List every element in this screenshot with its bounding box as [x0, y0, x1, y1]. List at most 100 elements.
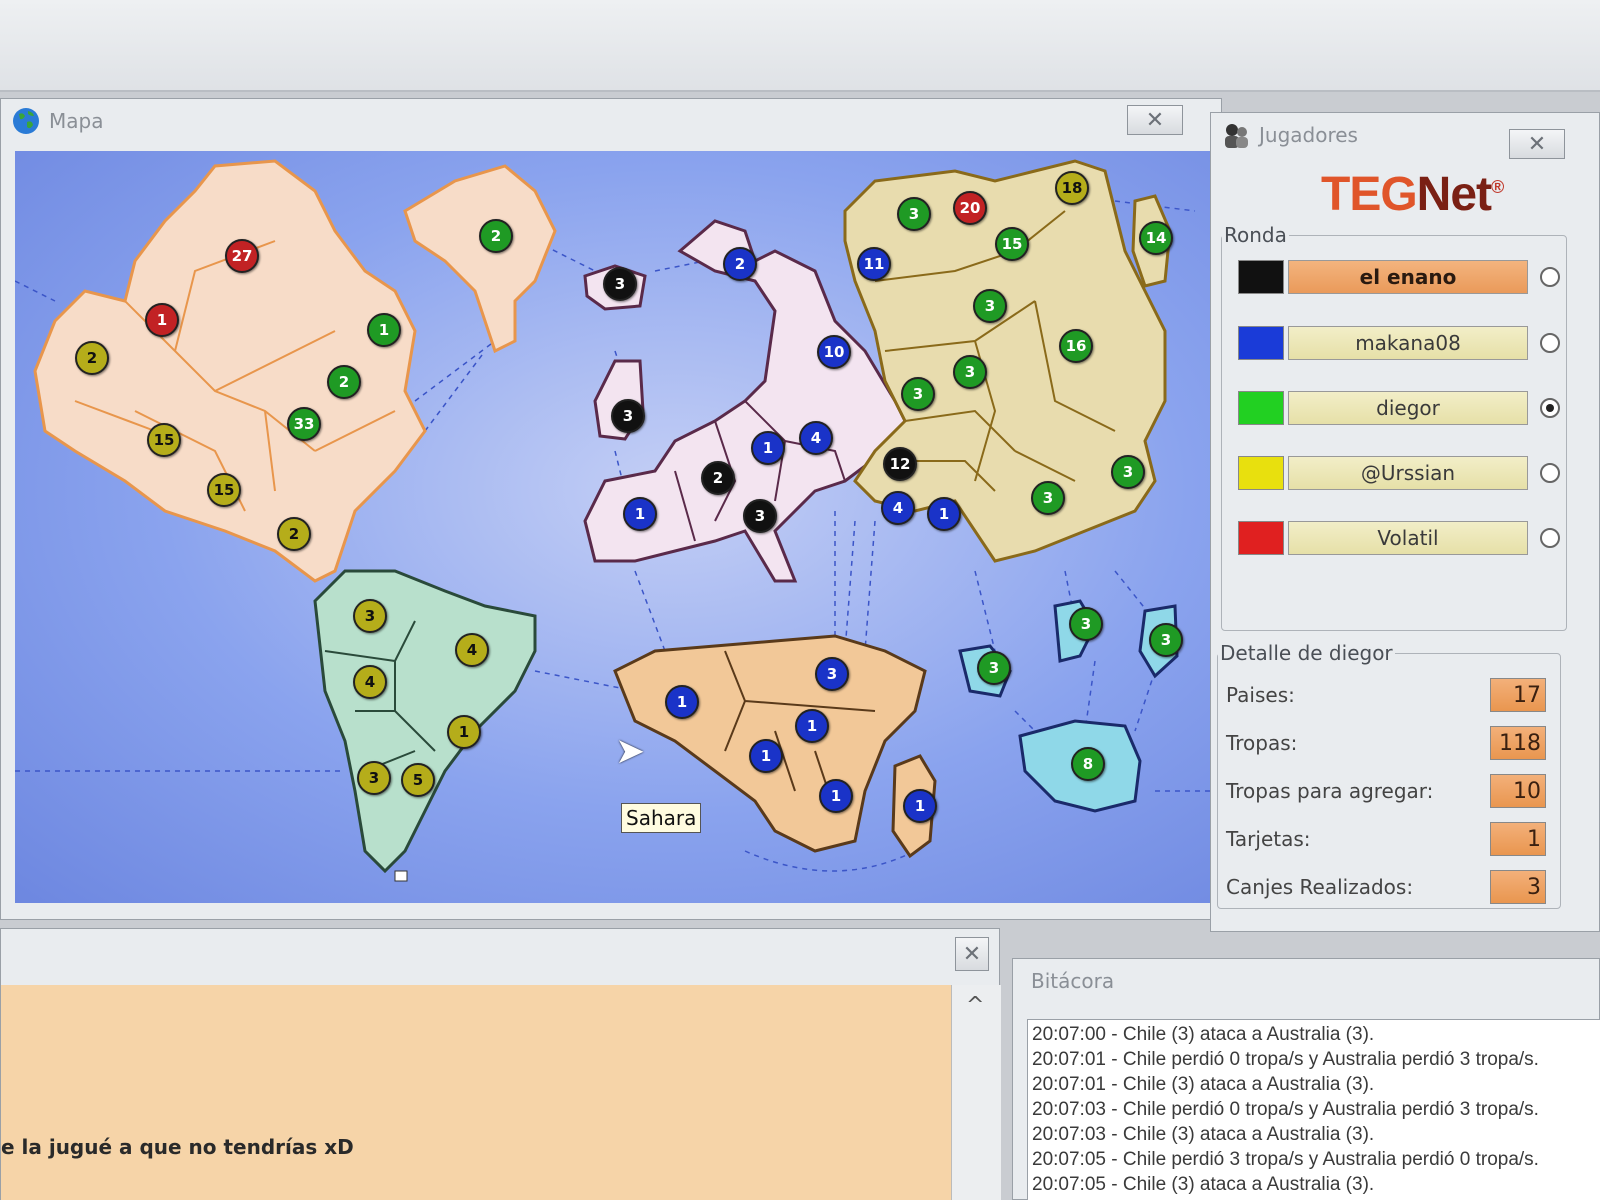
- army-marker[interactable]: 1: [903, 789, 937, 823]
- chat-window: ✕ e la jugué a que no tendrías xD ^: [0, 928, 1001, 1200]
- map-window: Mapa ✕ 27 1 2 1 2 33 15 15 2 2 3 3 2 10 …: [0, 98, 1222, 920]
- players-window: Jugadores ✕ TEGNet® Ronda el enano makan…: [1210, 112, 1600, 932]
- army-marker[interactable]: 3: [953, 355, 987, 389]
- player-radio[interactable]: [1540, 267, 1560, 287]
- army-marker[interactable]: 1: [795, 709, 829, 743]
- player-color-swatch: [1238, 260, 1284, 294]
- map-close-button[interactable]: ✕: [1127, 105, 1183, 135]
- army-marker[interactable]: 3: [1149, 623, 1183, 657]
- player-name[interactable]: makana08: [1288, 326, 1528, 360]
- bitacora-log[interactable]: 20:07:00 - Chile (3) ataca a Australia (…: [1027, 1019, 1600, 1200]
- army-marker[interactable]: 3: [901, 377, 935, 411]
- army-marker[interactable]: 2: [723, 247, 757, 281]
- army-marker[interactable]: 1: [623, 497, 657, 531]
- army-marker[interactable]: 3: [357, 761, 391, 795]
- detail-label: Detalle de diegor: [1220, 641, 1393, 665]
- player-name[interactable]: el enano: [1288, 260, 1528, 294]
- player-color-swatch: [1238, 456, 1284, 490]
- map-window-title: Mapa: [49, 109, 104, 133]
- army-marker[interactable]: 1: [749, 739, 783, 773]
- army-marker[interactable]: 1: [665, 685, 699, 719]
- army-marker[interactable]: 1: [751, 431, 785, 465]
- player-radio[interactable]: [1540, 528, 1560, 548]
- army-marker[interactable]: 1: [367, 313, 401, 347]
- players-close-button[interactable]: ✕: [1509, 129, 1565, 159]
- player-color-swatch: [1238, 521, 1284, 555]
- army-marker[interactable]: 4: [353, 665, 387, 699]
- chat-message-area[interactable]: e la jugué a que no tendrías xD: [1, 985, 951, 1200]
- army-marker[interactable]: 18: [1055, 171, 1089, 205]
- detail-row-canjes: Canjes Realizados: 3: [1226, 867, 1546, 907]
- army-marker[interactable]: 15: [147, 423, 181, 457]
- detail-value-paises: 17: [1490, 678, 1546, 712]
- player-radio[interactable]: [1540, 333, 1560, 353]
- player-name[interactable]: @Urssian: [1288, 456, 1528, 490]
- logo-teg: TEG: [1321, 168, 1418, 221]
- army-marker[interactable]: 2: [277, 517, 311, 551]
- army-marker[interactable]: 15: [995, 227, 1029, 261]
- army-marker[interactable]: 10: [817, 335, 851, 369]
- territory-tooltip: Sahara: [621, 803, 702, 833]
- army-marker[interactable]: 8: [1071, 747, 1105, 781]
- army-marker[interactable]: 2: [75, 341, 109, 375]
- player-name[interactable]: Volatil: [1288, 521, 1528, 555]
- player-color-swatch: [1238, 391, 1284, 425]
- ronda-label: Ronda: [1224, 223, 1287, 247]
- army-marker[interactable]: 3: [815, 657, 849, 691]
- army-marker[interactable]: 4: [455, 633, 489, 667]
- army-marker[interactable]: 4: [799, 421, 833, 455]
- player-radio-selected[interactable]: [1540, 398, 1560, 418]
- player-row: diegor: [1238, 390, 1560, 426]
- player-radio[interactable]: [1540, 463, 1560, 483]
- player-name[interactable]: diegor: [1288, 391, 1528, 425]
- army-marker[interactable]: 15: [207, 473, 241, 507]
- log-line: 20:07:01 - Chile perdió 0 tropa/s y Aust…: [1032, 1049, 1539, 1070]
- detail-row-tarjetas: Tarjetas: 1: [1226, 819, 1546, 859]
- army-marker[interactable]: 3: [897, 197, 931, 231]
- army-marker[interactable]: 2: [327, 365, 361, 399]
- army-marker[interactable]: 3: [611, 399, 645, 433]
- detail-label-canjes: Canjes Realizados:: [1226, 875, 1414, 899]
- bitacora-window: Bitácora 20:07:00 - Chile (3) ataca a Au…: [1012, 958, 1600, 1200]
- map-window-titlebar: Mapa: [1, 99, 1221, 143]
- army-marker[interactable]: 3: [1111, 455, 1145, 489]
- army-marker[interactable]: 1: [447, 715, 481, 749]
- detail-row-paises: Paises: 17: [1226, 675, 1546, 715]
- army-marker[interactable]: 2: [701, 461, 735, 495]
- mouse-cursor-icon: ➤: [615, 731, 646, 772]
- army-marker[interactable]: 3: [353, 599, 387, 633]
- army-marker[interactable]: 2: [479, 219, 513, 253]
- army-marker[interactable]: 1: [145, 303, 179, 337]
- logo-net: Net: [1416, 168, 1492, 221]
- army-marker[interactable]: 3: [1069, 607, 1103, 641]
- army-marker[interactable]: 16: [1059, 329, 1093, 363]
- bitacora-title: Bitácora: [1031, 969, 1115, 993]
- army-marker[interactable]: 4: [881, 491, 915, 525]
- army-marker[interactable]: 14: [1139, 221, 1173, 255]
- army-marker[interactable]: 3: [973, 289, 1007, 323]
- chat-close-button[interactable]: ✕: [955, 937, 989, 971]
- chat-scrollbar[interactable]: ^: [951, 985, 1001, 1200]
- army-marker[interactable]: 3: [743, 499, 777, 533]
- detail-label-paises: Paises:: [1226, 683, 1295, 707]
- globe-icon: [13, 108, 39, 134]
- army-marker[interactable]: 11: [857, 247, 891, 281]
- chat-message: e la jugué a que no tendrías xD: [1, 1135, 354, 1159]
- scroll-up-icon[interactable]: ^: [966, 993, 984, 1018]
- army-marker[interactable]: 20: [953, 191, 987, 225]
- player-row: Volatil: [1238, 520, 1560, 556]
- army-marker[interactable]: 1: [927, 497, 961, 531]
- army-marker[interactable]: 3: [1031, 481, 1065, 515]
- detail-value-tropas: 118: [1490, 726, 1546, 760]
- log-line: 20:07:05 - Chile perdió 3 tropa/s y Aust…: [1032, 1149, 1539, 1170]
- army-marker[interactable]: 12: [883, 447, 917, 481]
- army-marker[interactable]: 5: [401, 763, 435, 797]
- close-icon: ✕: [962, 941, 982, 967]
- army-marker[interactable]: 1: [819, 779, 853, 813]
- army-marker[interactable]: 3: [977, 651, 1011, 685]
- detail-value-tropas-agregar: 10: [1490, 774, 1546, 808]
- army-marker[interactable]: 27: [225, 239, 259, 273]
- army-marker[interactable]: 33: [287, 407, 321, 441]
- army-marker[interactable]: 3: [603, 267, 637, 301]
- world-map[interactable]: 27 1 2 1 2 33 15 15 2 2 3 3 2 10 1 4 2 1 3 12 4 1 11 3 20 18 15 14 3…: [15, 151, 1215, 903]
